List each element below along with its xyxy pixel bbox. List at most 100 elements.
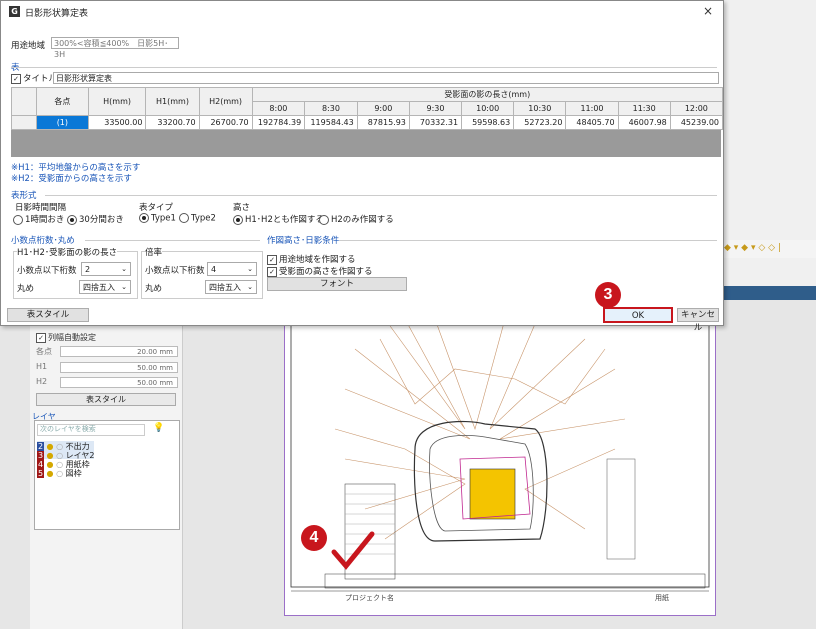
shadow-table: 各点 H(mm) H1(mm) H2(mm) 受影面の影の長さ(mm) 8:00… — [11, 87, 724, 130]
title-option[interactable]: ✓ タイトル — [11, 72, 57, 84]
select-value: 四捨五入 — [209, 283, 241, 292]
draw-usage-option[interactable]: ✓ 用途地域を作図する — [267, 253, 356, 265]
divider — [339, 240, 717, 241]
app-icon: G — [9, 6, 20, 17]
list-item[interactable]: 3 ● ○ レイヤ2 — [37, 450, 95, 460]
point-width-input[interactable]: 20.00 mm — [60, 346, 178, 357]
time-header: 11:30 — [617, 101, 671, 116]
layer-list: 2 ● ○ 不出力 3 ● ○ レイヤ2 4 ● ○ 用紙枠 5 ● ○ 図枠 — [37, 441, 95, 478]
radio-type2[interactable] — [179, 213, 189, 223]
type1-option[interactable]: Type1 — [139, 213, 176, 224]
option-label: 受影面の高さを作図する — [279, 267, 373, 277]
table-style-button-panel[interactable]: 表スタイル — [36, 393, 176, 406]
divider — [11, 67, 717, 68]
layer-panel: 次のレイヤを検索 💡 2 ● ○ 不出力 3 ● ○ レイヤ2 4 ● ○ 用紙… — [34, 420, 180, 530]
title-checkbox[interactable]: ✓ — [11, 73, 21, 84]
height-opt1[interactable]: H1･H2とも作図する — [233, 213, 324, 225]
time-header: 10:00 — [461, 101, 515, 116]
list-item[interactable]: 5 ● ○ 図枠 — [37, 468, 94, 478]
dialog-titlebar[interactable] — [1, 1, 723, 23]
radio-label: H1･H2とも作図する — [245, 215, 324, 225]
divider — [45, 195, 717, 196]
h1-width-input[interactable]: 50.00 mm — [60, 362, 178, 373]
time-header: 9:30 — [408, 101, 463, 116]
toolbar-bulb-icon[interactable]: ◆ ▾ ◆ ▾ ◇ ◇ | — [724, 243, 781, 253]
h2-width-input[interactable]: 50.00 mm — [60, 377, 178, 388]
column-group-header: 受影面の影の長さ(mm) — [251, 87, 724, 102]
usage-field: 300%<容積≦400% 日影5H･3H — [51, 37, 179, 59]
table-cell[interactable]: 33200.70 — [145, 115, 200, 130]
table-cell[interactable]: (1) — [36, 115, 89, 130]
tab-strip-fragment — [722, 286, 816, 300]
step-3-badge: 3 — [595, 282, 621, 308]
shadow-digits-select[interactable]: 2 ⌄ — [81, 262, 131, 276]
table-cell[interactable]: 45239.00 — [669, 115, 724, 130]
select-value: 2 — [85, 265, 91, 274]
table-cell[interactable]: 26700.70 — [198, 115, 253, 130]
field-label: H2 — [36, 377, 48, 386]
table-cell[interactable]: 70332.31 — [408, 115, 463, 130]
close-button[interactable]: × — [703, 4, 713, 18]
list-item[interactable]: 4 ● ○ 用紙枠 — [37, 459, 94, 469]
table-cell[interactable]: 192784.39 — [251, 115, 306, 130]
column-header: H2(mm) — [198, 87, 253, 116]
dialog-title: 日影形状算定表 — [25, 9, 89, 19]
table-cell[interactable]: 59598.63 — [461, 115, 515, 130]
interval-opt2[interactable]: 30分間おき — [67, 213, 124, 225]
ok-button[interactable]: OK — [603, 307, 673, 323]
radio-label: 30分間おき — [79, 215, 124, 225]
table-cell[interactable]: 33500.00 — [87, 115, 147, 130]
draw-usage-checkbox[interactable]: ✓ — [267, 254, 277, 265]
radio-1hour[interactable] — [13, 214, 23, 225]
type2-option[interactable]: Type2 — [179, 213, 216, 224]
time-header: 9:00 — [356, 101, 410, 116]
height-opt2[interactable]: H2のみ作図する — [319, 213, 394, 225]
corner-cell — [11, 87, 37, 116]
cancel-button[interactable]: キャンセル — [677, 308, 719, 333]
table-row[interactable]: (1) 33500.00 33200.70 26700.70 192784.39… — [11, 115, 724, 130]
radio-30min[interactable] — [67, 214, 77, 225]
draw-height-option[interactable]: ✓ 受影面の高さを作図する — [267, 265, 373, 277]
ratio-round-select[interactable]: 四捨五入 ⌄ — [205, 280, 257, 294]
height-label: 高さ — [233, 203, 251, 213]
table-cell[interactable]: 52723.20 — [513, 115, 567, 130]
bulb-icon[interactable]: ● — [47, 469, 54, 478]
auto-width-checkbox[interactable]: ✓ — [36, 332, 46, 343]
radio-label: 1時間おき — [25, 215, 65, 225]
radio-h2only[interactable] — [319, 214, 329, 225]
table-cell[interactable]: 48405.70 — [565, 115, 619, 130]
table-cell[interactable]: 119584.43 — [304, 115, 358, 130]
lock-icon[interactable]: ○ — [56, 469, 63, 478]
draw-height-checkbox[interactable]: ✓ — [267, 266, 277, 277]
auto-width-label: 列幅自動設定 — [48, 333, 96, 342]
title-option-label: タイトル — [23, 74, 58, 84]
table-cell[interactable]: 46007.98 — [617, 115, 671, 130]
chevron-down-icon: ⌄ — [121, 283, 127, 291]
chevron-down-icon: ⌄ — [121, 265, 127, 273]
auto-width-option[interactable]: ✓ 列幅自動設定 — [36, 332, 96, 343]
interval-opt1[interactable]: 1時間おき — [13, 213, 64, 225]
font-button[interactable]: フォント — [267, 277, 407, 291]
shadow-round-select[interactable]: 四捨五入 ⌄ — [79, 280, 131, 294]
ratio-group-label: 倍率 — [145, 246, 163, 258]
time-header: 11:00 — [565, 101, 619, 116]
radio-label: Type1 — [151, 213, 176, 224]
ratio-digits-select[interactable]: 4 ⌄ — [207, 262, 257, 276]
radio-type1[interactable] — [139, 213, 149, 223]
row-header[interactable] — [11, 115, 37, 130]
option-label: 用途地域を作図する — [279, 255, 356, 265]
list-item[interactable]: 2 ● ○ 不出力 — [37, 441, 95, 451]
table-cell[interactable]: 87815.93 — [356, 115, 410, 130]
project-name-label: プロジェクト名 — [345, 594, 394, 602]
shadow-table-dialog: G 日影形状算定表 × 用途地域 300%<容積≦400% 日影5H･3H 表 … — [0, 0, 724, 333]
field-label: H1 — [36, 362, 48, 371]
bulb-icon[interactable]: 💡 — [153, 423, 164, 433]
note-h2: ※H2：受影面からの高さを示す — [11, 174, 132, 184]
title-input[interactable]: 日影形状算定表 — [53, 72, 719, 84]
divider — [85, 240, 260, 241]
radio-h1h2[interactable] — [233, 214, 243, 225]
time-header: 10:30 — [513, 101, 567, 116]
table-style-button[interactable]: 表スタイル — [7, 308, 89, 322]
decimal-section-title: 小数点桁数･丸め — [11, 236, 75, 246]
layer-search-input[interactable]: 次のレイヤを検索 — [37, 424, 145, 436]
